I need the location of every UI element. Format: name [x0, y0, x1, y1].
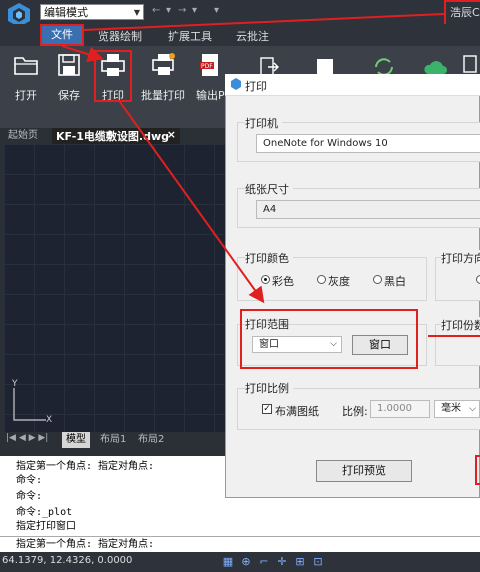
annotation-arrows [61, 13, 480, 337]
